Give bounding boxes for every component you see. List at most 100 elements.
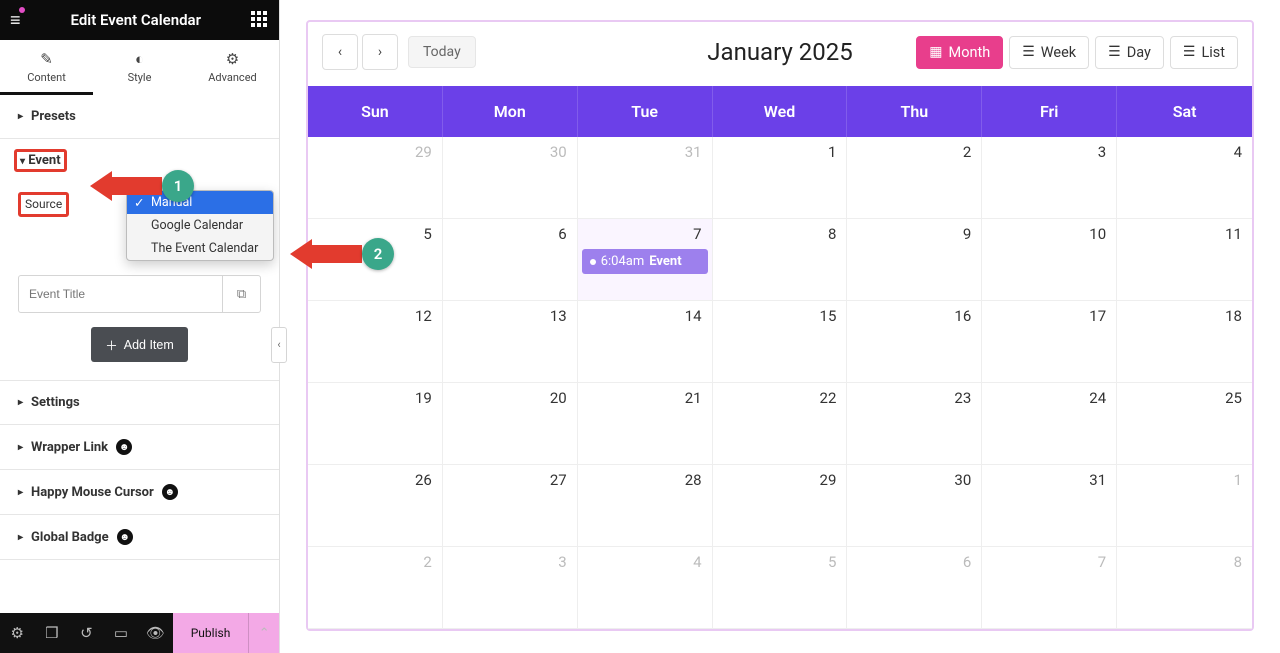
calendar-cell[interactable]: 18 [1117, 301, 1252, 383]
next-button[interactable]: › [362, 34, 398, 70]
add-item-button[interactable]: ＋Add Item [91, 327, 188, 362]
calendar-cell[interactable]: 11 [1117, 219, 1252, 301]
day-number: 23 [954, 389, 971, 407]
calendar-cell[interactable]: 31 [982, 465, 1117, 547]
calendar-cell[interactable]: 30 [443, 137, 578, 219]
caret-right-icon: ▸ [18, 442, 23, 453]
calendar-weekdays: SunMonTueWedThuFriSat [308, 86, 1252, 137]
event-pill[interactable]: 6:04am Event [582, 249, 708, 274]
day-number: 30 [550, 143, 567, 161]
dd-google[interactable]: Google Calendar [127, 214, 273, 237]
caret-right-icon: ▸ [18, 532, 23, 543]
menu-icon[interactable]: ≡ [10, 10, 21, 31]
day-number: 6 [558, 225, 566, 243]
calendar-cell[interactable]: 3 [443, 547, 578, 629]
calendar-cell[interactable]: 2 [308, 547, 443, 629]
pencil-icon: ✎ [0, 50, 93, 68]
section-settings[interactable]: ▸Settings [0, 381, 279, 424]
caret-down-icon: ▾ [20, 156, 25, 167]
day-number: 24 [1089, 389, 1106, 407]
preview-icon[interactable]: 👁 [138, 613, 173, 653]
calendar-cell[interactable]: 4 [1117, 137, 1252, 219]
calendar-cell[interactable]: 7 [982, 547, 1117, 629]
calendar-cell[interactable]: 3 [982, 137, 1117, 219]
calendar-cell[interactable]: 16 [847, 301, 982, 383]
collapse-handle[interactable]: ‹ [271, 327, 287, 363]
calendar-cell[interactable]: 23 [847, 383, 982, 465]
calendar-cell[interactable]: 12 [308, 301, 443, 383]
arrow-icon [90, 171, 162, 201]
panel-title: Edit Event Calendar [31, 11, 241, 29]
layers-icon[interactable]: ❒ [35, 613, 70, 653]
calendar-cell[interactable]: 28 [578, 465, 713, 547]
arrow-icon [290, 239, 362, 269]
calendar-cell[interactable]: 1 [713, 137, 848, 219]
dd-tec[interactable]: The Event Calendar [127, 237, 273, 260]
day-number: 3 [1098, 143, 1106, 161]
calendar-cell[interactable]: 14 [578, 301, 713, 383]
list-icon: ☰ [1022, 44, 1035, 60]
apps-icon[interactable] [251, 11, 269, 29]
calendar-cell[interactable]: 7 6:04am Event [578, 219, 713, 301]
weekday-header: Wed [713, 86, 848, 137]
calendar-cell[interactable]: 9 [847, 219, 982, 301]
section-presets[interactable]: ▸Presets [0, 95, 279, 138]
day-number: 21 [685, 389, 702, 407]
prev-button[interactable]: ‹ [322, 34, 358, 70]
event-title-input[interactable] [19, 287, 222, 301]
happy-icon: ☻ [117, 529, 133, 545]
highlight-source: Source [18, 192, 69, 217]
view-month[interactable]: ▦Month [916, 36, 1003, 69]
calendar-cell[interactable]: 8 [1117, 547, 1252, 629]
view-week[interactable]: ☰Week [1009, 36, 1089, 69]
calendar-cell[interactable]: 20 [443, 383, 578, 465]
day-number: 20 [550, 389, 567, 407]
calendar-cell[interactable]: 25 [1117, 383, 1252, 465]
publish-caret[interactable]: ⌃ [248, 613, 279, 653]
calendar-cell[interactable]: 4 [578, 547, 713, 629]
calendar-cell[interactable]: 5 [713, 547, 848, 629]
calendar-cell[interactable]: 31 [578, 137, 713, 219]
event-title-row: ⧉ [18, 275, 261, 313]
tab-style[interactable]: ◐Style [93, 40, 186, 95]
history-icon[interactable]: ↺ [69, 613, 104, 653]
day-number: 12 [415, 307, 432, 325]
calendar-cell[interactable]: 30 [847, 465, 982, 547]
calendar-cell[interactable]: 26 [308, 465, 443, 547]
day-number: 15 [820, 307, 837, 325]
editor-sidebar: ≡ Edit Event Calendar ✎Content ◐Style ⚙A… [0, 0, 280, 653]
publish-button[interactable]: Publish [173, 613, 249, 653]
calendar-cell[interactable]: 8 [713, 219, 848, 301]
happy-icon: ☻ [116, 439, 132, 455]
settings-icon[interactable]: ⚙ [0, 613, 35, 653]
copy-icon[interactable]: ⧉ [222, 276, 260, 312]
section-mouse[interactable]: ▸Happy Mouse Cursor ☻ [0, 470, 279, 514]
calendar-cell[interactable]: 27 [443, 465, 578, 547]
today-button[interactable]: Today [408, 36, 476, 68]
calendar-cell[interactable]: 6 [443, 219, 578, 301]
calendar-cell[interactable]: 10 [982, 219, 1117, 301]
main-preview: ‹ › Today January 2025 ▦Month ☰Week ☰Day… [280, 0, 1280, 653]
calendar-cell[interactable]: 2 [847, 137, 982, 219]
section-badge[interactable]: ▸Global Badge ☻ [0, 515, 279, 559]
caret-right-icon: ▸ [18, 487, 23, 498]
calendar-cell[interactable]: 19 [308, 383, 443, 465]
calendar-cell[interactable]: 17 [982, 301, 1117, 383]
view-day[interactable]: ☰Day [1095, 36, 1164, 69]
calendar-cell[interactable]: 15 [713, 301, 848, 383]
calendar-cell[interactable]: 13 [443, 301, 578, 383]
calendar-cell[interactable]: 29 [713, 465, 848, 547]
tab-advanced[interactable]: ⚙Advanced [186, 40, 279, 95]
calendar-cell[interactable]: 22 [713, 383, 848, 465]
calendar-cell[interactable]: 24 [982, 383, 1117, 465]
calendar-cell[interactable]: 29 [308, 137, 443, 219]
day-number: 7 [693, 225, 701, 243]
view-list[interactable]: ☰List [1170, 36, 1238, 69]
calendar-cell[interactable]: 21 [578, 383, 713, 465]
responsive-icon[interactable]: ▭ [104, 613, 139, 653]
calendar-cell[interactable]: 6 [847, 547, 982, 629]
calendar-cell[interactable]: 1 [1117, 465, 1252, 547]
day-number: 2 [963, 143, 971, 161]
tab-content[interactable]: ✎Content [0, 40, 93, 95]
section-wrapper[interactable]: ▸Wrapper Link ☻ [0, 425, 279, 469]
